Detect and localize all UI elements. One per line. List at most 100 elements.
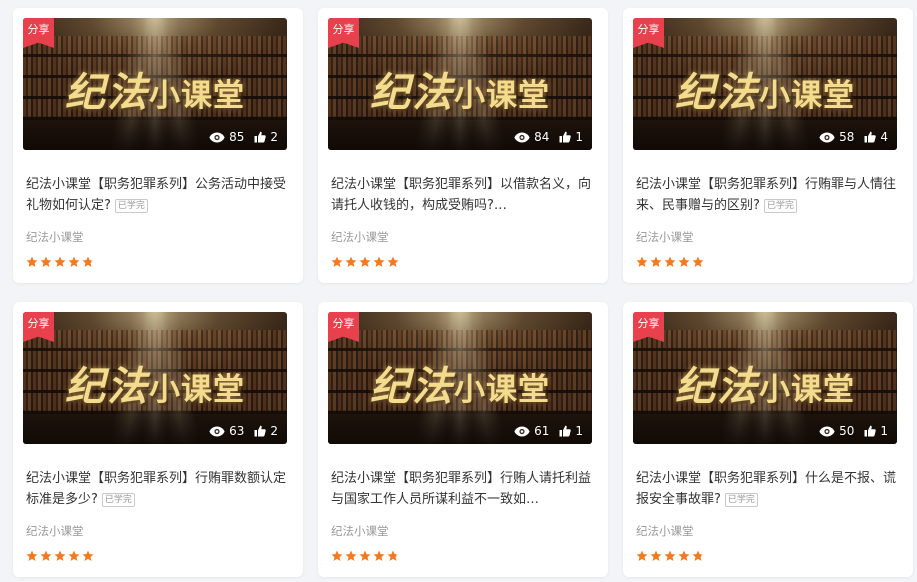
card-stats: 84 1 (514, 130, 583, 144)
eye-icon (819, 132, 835, 142)
star-full-icon (678, 256, 690, 267)
like-count: 4 (880, 130, 888, 144)
star-full-icon (331, 256, 343, 267)
learned-tag: 已学完 (114, 199, 148, 213)
course-source: 纪法小课堂 (26, 230, 84, 244)
course-title[interactable]: 纪法小课堂【职务犯罪系列】行贿罪与人情往来、民事赠与的区别? 已学完 (636, 174, 900, 216)
rating-stars (26, 256, 96, 268)
learned-tag: 已学完 (763, 199, 797, 213)
star-full-icon (636, 256, 648, 267)
course-thumbnail[interactable]: 纪法小课堂 分享 85 2 (23, 18, 287, 150)
rating-stars (636, 256, 706, 268)
star-full-icon (82, 550, 94, 561)
card-stats: 50 1 (819, 424, 888, 438)
view-count: 50 (839, 424, 855, 438)
course-thumbnail[interactable]: 纪法小课堂 分享 84 1 (328, 18, 592, 150)
star-full-icon (387, 256, 399, 267)
star-half-icon (82, 256, 94, 267)
thumbs-up-icon (864, 131, 877, 143)
course-source: 纪法小课堂 (636, 524, 694, 538)
eye-icon (819, 426, 835, 436)
course-grid: 纪法小课堂 分享 85 2 纪法小课堂【职务犯罪系列】公务活动中接受礼物如何认定… (0, 0, 917, 582)
course-title[interactable]: 纪法小课堂【职务犯罪系列】行贿人请托利益与国家工作人员所谋利益不一致如…已学完 (331, 468, 595, 510)
course-title[interactable]: 纪法小课堂【职务犯罪系列】公务活动中接受礼物如何认定? 已学完 (26, 174, 290, 216)
eye-icon (209, 132, 225, 142)
eye-icon (514, 426, 530, 436)
course-card[interactable]: 纪法小课堂 分享 63 2 纪法小课堂【职务犯罪系列】行贿罪数额认定标准是多少?… (13, 302, 303, 577)
star-full-icon (373, 550, 385, 561)
view-count: 61 (534, 424, 550, 438)
card-stats: 58 4 (819, 130, 888, 144)
thumbnail-title: 纪法小课堂 (370, 363, 550, 410)
thumbs-up-icon (254, 131, 267, 143)
like-count: 2 (270, 424, 278, 438)
view-count: 58 (839, 130, 855, 144)
rating-stars (331, 550, 401, 562)
view-count: 85 (229, 130, 245, 144)
star-full-icon (68, 550, 80, 561)
thumbs-up-icon (254, 425, 267, 437)
course-title[interactable]: 纪法小课堂【职务犯罪系列】什么是不报、谎报安全事故罪? 已学完 (636, 468, 900, 510)
course-source: 纪法小课堂 (636, 230, 694, 244)
card-stats: 63 2 (209, 424, 278, 438)
star-full-icon (345, 550, 357, 561)
star-half-icon (692, 550, 704, 561)
course-card[interactable]: 纪法小课堂 分享 61 1 纪法小课堂【职务犯罪系列】行贿人请托利益与国家工作人… (318, 302, 608, 577)
course-thumbnail[interactable]: 纪法小课堂 分享 58 4 (633, 18, 897, 150)
like-count: 1 (880, 424, 888, 438)
thumbnail-title: 纪法小课堂 (65, 363, 245, 410)
star-full-icon (26, 550, 38, 561)
thumbs-up-icon (559, 131, 572, 143)
star-full-icon (345, 256, 357, 267)
star-full-icon (678, 550, 690, 561)
like-count: 1 (575, 424, 583, 438)
star-half-icon (387, 550, 399, 561)
star-full-icon (650, 550, 662, 561)
star-full-icon (636, 550, 648, 561)
star-full-icon (331, 550, 343, 561)
thumbnail-title: 纪法小课堂 (65, 69, 245, 116)
thumbs-up-icon (559, 425, 572, 437)
card-stats: 85 2 (209, 130, 278, 144)
course-thumbnail[interactable]: 纪法小课堂 分享 61 1 (328, 312, 592, 444)
thumbnail-title: 纪法小课堂 (675, 363, 855, 410)
eye-icon (514, 132, 530, 142)
course-card[interactable]: 纪法小课堂 分享 85 2 纪法小课堂【职务犯罪系列】公务活动中接受礼物如何认定… (13, 8, 303, 283)
card-stats: 61 1 (514, 424, 583, 438)
learned-tag: 已学完 (724, 493, 758, 507)
course-thumbnail[interactable]: 纪法小课堂 分享 50 1 (633, 312, 897, 444)
thumbnail-title: 纪法小课堂 (675, 69, 855, 116)
star-full-icon (664, 550, 676, 561)
star-full-icon (359, 550, 371, 561)
like-count: 2 (270, 130, 278, 144)
thumbnail-title: 纪法小课堂 (370, 69, 550, 116)
star-full-icon (26, 256, 38, 267)
eye-icon (209, 426, 225, 436)
star-full-icon (664, 256, 676, 267)
star-full-icon (54, 550, 66, 561)
view-count: 84 (534, 130, 550, 144)
course-source: 纪法小课堂 (331, 524, 389, 538)
rating-stars (26, 550, 96, 562)
star-full-icon (650, 256, 662, 267)
star-full-icon (40, 256, 52, 267)
view-count: 63 (229, 424, 245, 438)
course-card[interactable]: 纪法小课堂 分享 58 4 纪法小课堂【职务犯罪系列】行贿罪与人情往来、民事赠与… (623, 8, 913, 283)
rating-stars (636, 550, 706, 562)
course-card[interactable]: 纪法小课堂 分享 84 1 纪法小课堂【职务犯罪系列】以借款名义，向请托人收钱的… (318, 8, 608, 283)
star-full-icon (54, 256, 66, 267)
course-thumbnail[interactable]: 纪法小课堂 分享 63 2 (23, 312, 287, 444)
star-full-icon (359, 256, 371, 267)
star-full-icon (692, 256, 704, 267)
star-full-icon (40, 550, 52, 561)
rating-stars (331, 256, 401, 268)
star-full-icon (68, 256, 80, 267)
course-title[interactable]: 纪法小课堂【职务犯罪系列】以借款名义，向请托人收钱的，构成受贿吗?…已学完 (331, 174, 595, 216)
star-full-icon (373, 256, 385, 267)
course-title[interactable]: 纪法小课堂【职务犯罪系列】行贿罪数额认定标准是多少? 已学完 (26, 468, 290, 510)
learned-tag: 已学完 (101, 493, 135, 507)
course-source: 纪法小课堂 (26, 524, 84, 538)
thumbs-up-icon (864, 425, 877, 437)
like-count: 1 (575, 130, 583, 144)
course-card[interactable]: 纪法小课堂 分享 50 1 纪法小课堂【职务犯罪系列】什么是不报、谎报安全事故罪… (623, 302, 913, 577)
